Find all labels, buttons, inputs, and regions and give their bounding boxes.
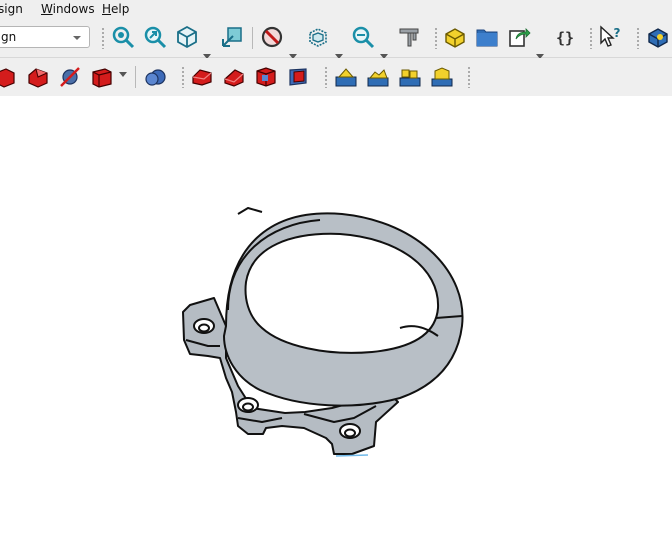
toolbar-grip[interactable] <box>324 66 328 88</box>
toolbar-separator <box>135 66 136 88</box>
yellow-mesh-1-icon[interactable] <box>334 65 358 89</box>
menu-windows[interactable]: Windows <box>41 2 95 16</box>
toolbar-grip[interactable] <box>636 27 640 49</box>
toolbar-row-2 <box>0 58 672 97</box>
red-chamfer-icon[interactable] <box>26 65 50 89</box>
menu-design[interactable]: sign <box>0 2 23 16</box>
part-model <box>182 207 464 457</box>
sync-view-icon[interactable] <box>220 25 244 49</box>
fit-all-icon[interactable] <box>111 25 135 49</box>
fit-selection-icon[interactable] <box>143 25 167 49</box>
bounding-box-icon[interactable] <box>306 25 330 49</box>
red-wedge-1-icon[interactable] <box>190 65 214 89</box>
red-cube-icon[interactable] <box>254 65 278 89</box>
isometric-view-icon[interactable] <box>175 25 199 49</box>
svg-text:{}: {} <box>556 29 574 47</box>
red-shape-icon[interactable] <box>0 65 16 89</box>
3d-viewport[interactable] <box>0 96 672 549</box>
yellow-mesh-3-icon[interactable] <box>398 65 422 89</box>
body-icon[interactable] <box>646 25 670 49</box>
menu-help[interactable]: Help <box>102 2 129 16</box>
workbench-selector[interactable]: gn <box>0 26 90 48</box>
red-cut-icon[interactable] <box>58 65 82 89</box>
toolbar-row-1: gn {} ? <box>0 19 672 59</box>
no-selection-icon[interactable] <box>260 25 284 49</box>
red-wedge-2-icon[interactable] <box>222 65 246 89</box>
toolbar-grip[interactable] <box>181 66 185 88</box>
svg-text:?: ? <box>614 26 621 40</box>
red-box-caret-icon[interactable] <box>119 72 127 77</box>
workbench-selected-label: gn <box>1 30 17 44</box>
measure-icon[interactable] <box>397 25 421 49</box>
whats-this-icon[interactable]: ? <box>598 25 622 49</box>
folder-icon[interactable] <box>475 25 499 49</box>
toolbar-grip[interactable] <box>434 27 438 49</box>
toolbar-grip[interactable] <box>589 27 593 49</box>
yellow-mesh-4-icon[interactable] <box>430 65 454 89</box>
macro-icon[interactable]: {} <box>553 25 577 49</box>
yellow-mesh-2-icon[interactable] <box>366 65 390 89</box>
toolbar-grip[interactable] <box>101 27 105 49</box>
menu-bar: sign Windows Help <box>0 0 672 19</box>
toolbar-separator <box>252 27 253 49</box>
export-icon[interactable] <box>507 25 531 49</box>
chevron-down-icon <box>73 36 81 40</box>
blue-sphere-icon[interactable] <box>143 65 167 89</box>
toolbar-grip[interactable] <box>467 66 471 88</box>
part-icon[interactable] <box>443 25 467 49</box>
zoom-icon[interactable] <box>351 25 375 49</box>
red-box-icon[interactable] <box>90 65 114 89</box>
red-prism-icon[interactable] <box>286 65 310 89</box>
